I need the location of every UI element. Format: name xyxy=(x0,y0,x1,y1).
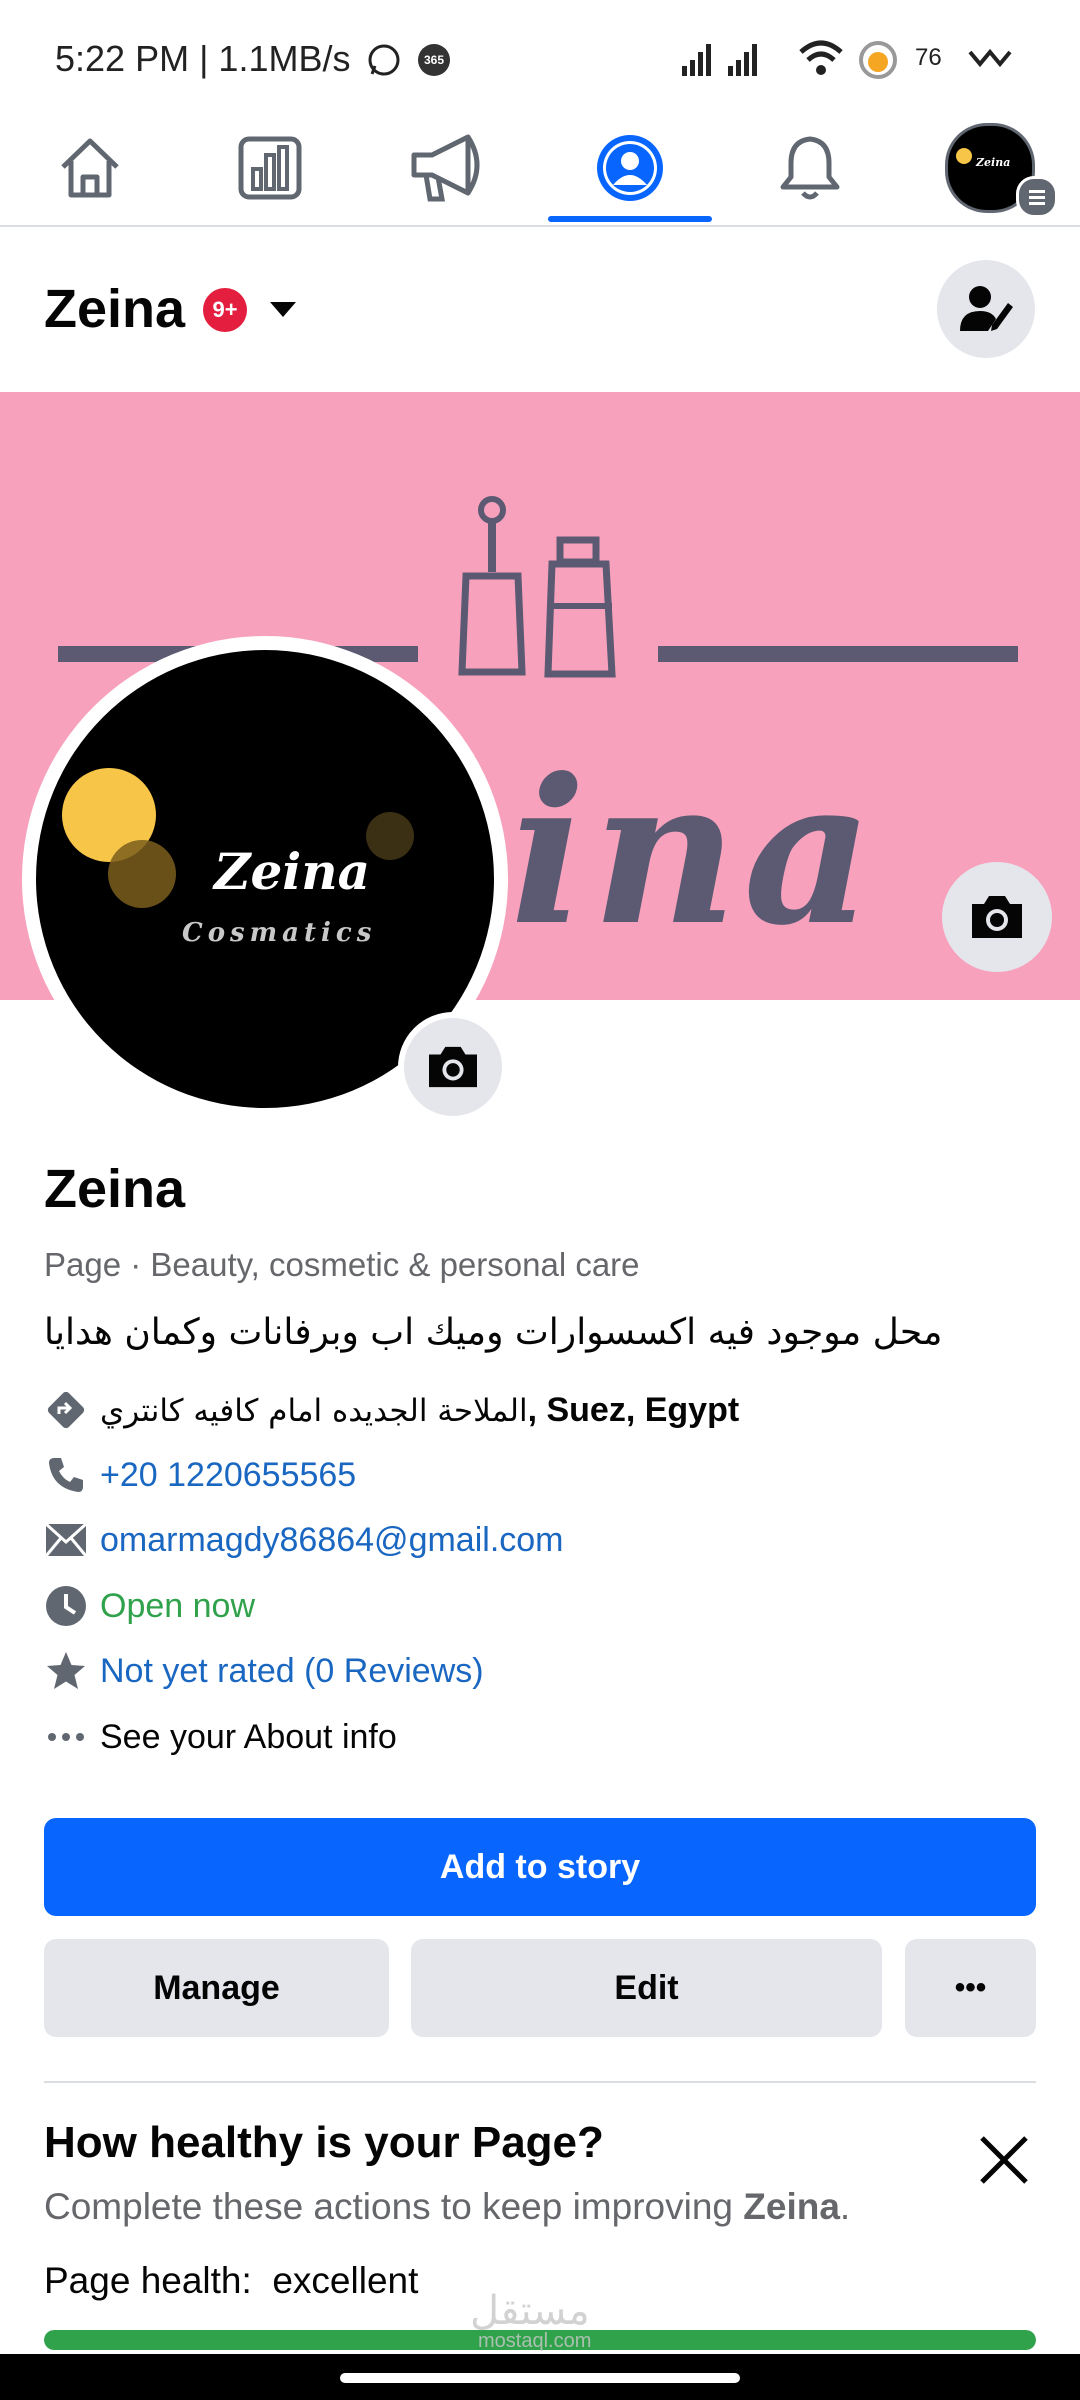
star-icon xyxy=(44,1649,88,1693)
email-row[interactable]: omarmagdy86864@gmail.com xyxy=(44,1515,564,1565)
status-bar: 5:22 PM | 1.1MB/s 365 76 xyxy=(0,0,1080,110)
close-icon[interactable] xyxy=(974,2130,1034,2190)
app-365-icon: 365 xyxy=(418,44,450,76)
logo-dot-gold xyxy=(108,840,176,908)
mail-icon xyxy=(44,1518,88,1562)
email-link[interactable]: omarmagdy86864@gmail.com xyxy=(100,1521,564,1560)
top-navigation: Zeina xyxy=(0,110,1080,227)
phone-row[interactable]: +20 1220655565 xyxy=(44,1450,356,1500)
bar-chart-icon xyxy=(238,136,302,199)
page-switcher-name[interactable]: Zeina xyxy=(44,278,185,340)
tab-home[interactable] xyxy=(8,110,172,225)
phone-link[interactable]: +20 1220655565 xyxy=(100,1456,356,1495)
tab-insights[interactable] xyxy=(188,110,352,225)
watermark-url: mostaql.com xyxy=(478,2330,592,2352)
tab-notifications[interactable] xyxy=(728,110,892,225)
avatar-text: Zeina xyxy=(976,155,1011,169)
page-bio: محل موجود فيه اكسسوارات وميك اب وبرفانات… xyxy=(44,1312,944,1353)
health-status-value: excellent xyxy=(272,2260,419,2301)
notification-app-icon xyxy=(859,41,897,79)
data-activity-icon xyxy=(968,48,1012,68)
address-row[interactable]: الملاحة الجديده امام كافيه كانتري, Suez,… xyxy=(44,1385,739,1435)
person-edit-icon xyxy=(960,286,1013,331)
health-subtitle-suffix: . xyxy=(839,2186,851,2227)
about-link[interactable]: See your About info xyxy=(100,1718,397,1757)
health-card-title: How healthy is your Page? xyxy=(44,2118,604,2167)
section-divider xyxy=(44,2081,1036,2083)
hours-status: Open now xyxy=(100,1586,255,1625)
status-time: 5:22 PM | 1.1MB/s xyxy=(55,38,351,79)
profile-camera-button[interactable] xyxy=(398,1012,508,1122)
tab-promote[interactable] xyxy=(368,110,532,225)
page-bio-text: محل موجود فيه اكسسوارات وميك اب وبرفانات… xyxy=(44,1312,943,1353)
page-health-status: Page health: excellent xyxy=(44,2260,418,2302)
page-category: Page · Beauty, cosmetic & personal care xyxy=(44,1246,640,1283)
camera-icon xyxy=(972,896,1022,938)
rating-link[interactable]: Not yet rated (0 Reviews) xyxy=(100,1652,484,1691)
wifi-icon xyxy=(799,40,843,75)
phone-icon xyxy=(44,1453,88,1497)
page-title: Zeina xyxy=(44,1159,186,1219)
home-icon xyxy=(61,138,119,197)
edit-button[interactable]: Edit xyxy=(411,1939,882,2037)
clock-icon xyxy=(44,1584,88,1628)
health-card-subtitle: Complete these actions to keep improving… xyxy=(44,2186,850,2228)
avatar-dot xyxy=(956,147,972,164)
cover-camera-button[interactable] xyxy=(942,862,1052,972)
watermark-text: مستقل xyxy=(470,2289,590,2333)
health-status-label: Page health: xyxy=(44,2260,252,2301)
about-row[interactable]: See your About info xyxy=(44,1712,397,1762)
logo-subtitle-text: Cosmatics xyxy=(182,918,377,948)
megaphone-icon xyxy=(411,134,480,201)
whatsapp-icon xyxy=(368,44,400,76)
rating-row[interactable]: Not yet rated (0 Reviews) xyxy=(44,1646,484,1696)
bell-icon xyxy=(780,136,840,199)
logo-name-text: Zeina xyxy=(214,842,371,901)
more-options-button[interactable]: ••• xyxy=(905,1939,1036,2037)
notification-badge: 9+ xyxy=(203,288,247,332)
menu-badge-icon xyxy=(1016,176,1058,218)
manage-button[interactable]: Manage xyxy=(44,1939,389,2037)
hours-row[interactable]: Open now xyxy=(44,1581,255,1631)
health-subtitle-prefix: Complete these actions to keep improving xyxy=(44,2186,744,2227)
health-subtitle-name: Zeina xyxy=(743,2186,840,2227)
signal-icon xyxy=(682,44,757,76)
add-to-story-button[interactable]: Add to story xyxy=(44,1818,1036,1916)
tab-profile[interactable] xyxy=(548,110,712,225)
camera-icon xyxy=(429,1046,477,1088)
cover-logo-text: ina xyxy=(510,735,879,970)
battery-level: 76 xyxy=(915,44,942,71)
address-text: الملاحة الجديده امام كافيه كانتري, Suez,… xyxy=(100,1390,739,1430)
edit-profile-button[interactable] xyxy=(937,260,1035,358)
more-dots-icon xyxy=(44,1715,88,1759)
tab-menu[interactable]: Zeina xyxy=(908,110,1072,225)
directions-icon xyxy=(44,1388,88,1432)
profile-icon xyxy=(597,134,663,201)
address-city: , Suez, Egypt xyxy=(527,1391,740,1429)
active-tab-indicator xyxy=(548,216,712,222)
logo-dot-dark xyxy=(366,812,414,860)
chevron-down-icon[interactable] xyxy=(270,302,296,317)
address-arabic: الملاحة الجديده امام كافيه كانتري xyxy=(100,1393,528,1429)
home-gesture-bar[interactable] xyxy=(340,2373,740,2383)
